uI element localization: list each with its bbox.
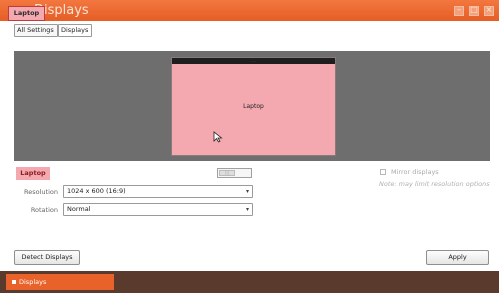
monitor-label: Laptop [243, 103, 264, 110]
display-tooltip: Laptop [8, 6, 45, 21]
monitor-laptop[interactable]: · · · Laptop [171, 57, 336, 156]
taskbar: Displays [0, 271, 499, 293]
monitor-top-panel: · · · [172, 58, 335, 64]
window-icon [12, 280, 16, 284]
maximize-button[interactable]: □ [469, 5, 479, 16]
close-icon: × [485, 5, 493, 14]
chevron-down-icon: ▾ [245, 206, 249, 213]
toggle-knob-grip: ||| [224, 170, 230, 175]
all-settings-button[interactable]: All Settings [14, 24, 58, 37]
selected-display-name: Laptop [16, 167, 50, 180]
monitor-top-panel-text: · · · [251, 59, 256, 63]
resolution-label: Resolution [24, 188, 58, 196]
toggle-knob: ||| [219, 170, 235, 176]
taskbar-item-displays[interactable]: Displays [6, 274, 114, 290]
maximize-icon: □ [470, 5, 478, 14]
close-button[interactable]: × [484, 5, 494, 16]
mirror-displays-checkbox[interactable] [380, 169, 386, 175]
apply-button[interactable]: Apply [426, 250, 489, 265]
resolution-select[interactable]: 1024 x 600 (16:9) ▾ [63, 185, 253, 198]
detect-displays-button[interactable]: Detect Displays [14, 250, 80, 265]
chevron-down-icon: ▾ [245, 188, 249, 195]
minimize-button[interactable]: – [454, 5, 464, 16]
resolution-value: 1024 x 600 (16:9) [67, 187, 126, 195]
mirror-note: Note: may limit resolution options [379, 180, 490, 188]
breadcrumb-displays[interactable]: Displays [58, 24, 92, 37]
taskbar-item-label: Displays [19, 278, 47, 286]
display-power-toggle[interactable]: ||| [217, 168, 252, 178]
mouse-cursor-icon [213, 131, 223, 143]
rotation-label: Rotation [30, 206, 58, 214]
minimize-icon: – [457, 5, 461, 14]
title-bar: Displays – □ × [0, 0, 499, 21]
mirror-displays-label: Mirror displays [391, 168, 439, 176]
rotation-value: Normal [67, 205, 91, 213]
rotation-select[interactable]: Normal ▾ [63, 203, 253, 216]
